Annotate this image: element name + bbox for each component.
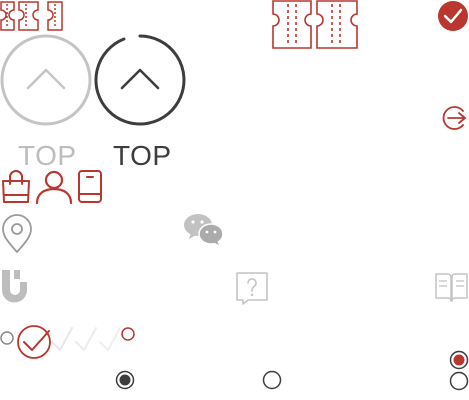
open-book-icon[interactable] xyxy=(434,270,469,304)
radio-button-unselected[interactable] xyxy=(262,370,282,390)
back-to-top-label: TOP xyxy=(18,140,77,171)
chevron-up-icon xyxy=(0,34,92,126)
ticket-icon xyxy=(0,1,63,31)
radio-button-selected[interactable] xyxy=(449,350,469,370)
brand-logo-icon xyxy=(2,270,27,303)
user-icon[interactable] xyxy=(34,169,74,205)
back-to-top-label: TOP xyxy=(113,140,172,171)
back-to-top-button-dark[interactable]: TOP xyxy=(94,34,186,174)
wechat-icon[interactable] xyxy=(183,213,225,245)
location-pin-icon[interactable] xyxy=(0,214,34,254)
chevron-up-icon xyxy=(94,34,186,126)
checkbox-sprite xyxy=(0,325,135,359)
ticket-icon xyxy=(272,0,358,49)
help-question-icon[interactable] xyxy=(234,270,270,306)
mobile-phone-icon[interactable] xyxy=(77,169,103,205)
radio-button-unselected[interactable] xyxy=(449,371,469,391)
checkmark-circle-icon[interactable] xyxy=(436,0,469,33)
back-to-top-button-light[interactable]: TOP xyxy=(0,34,92,174)
arrow-right-circle-icon[interactable] xyxy=(439,103,469,133)
radio-button-selected[interactable] xyxy=(115,370,135,390)
shopping-bag-icon[interactable] xyxy=(0,169,32,205)
